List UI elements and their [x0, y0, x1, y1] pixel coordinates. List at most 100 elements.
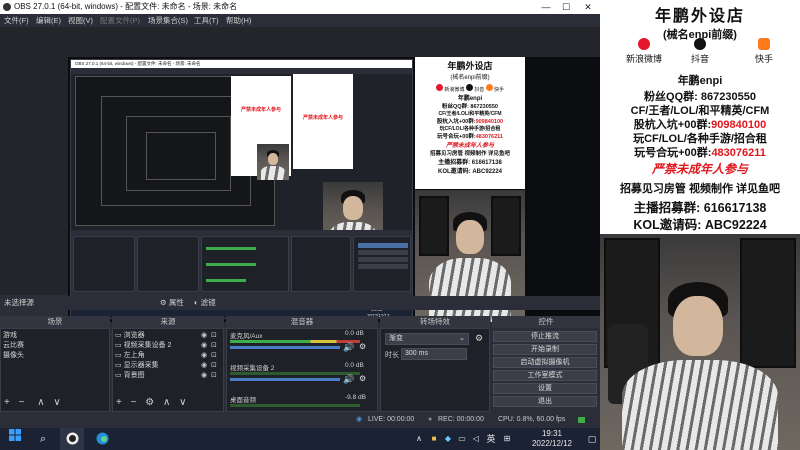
- mini-camera: [257, 144, 289, 180]
- scene-item[interactable]: 云比赛: [3, 341, 107, 351]
- status-bar: ◉ LIVE: 00:00:00 ● REC: 00:00:00 CPU: 0.…: [0, 412, 600, 428]
- input-language[interactable]: 英: [484, 428, 498, 450]
- studio-mode-button[interactable]: 工作室模式: [493, 370, 597, 381]
- start-recording-button[interactable]: 开始录制: [493, 344, 597, 355]
- ime-icon[interactable]: ⊞: [500, 428, 514, 450]
- clock-time: 19:31: [541, 429, 563, 438]
- eye-icon[interactable]: ◉: [201, 341, 207, 349]
- start-virtual-camera-button[interactable]: 启动虚拟摄像机: [493, 357, 597, 368]
- move-down-icon[interactable]: ∨: [53, 397, 60, 408]
- duration-input[interactable]: 300 ms: [401, 348, 467, 360]
- volume-icon[interactable]: ◁: [470, 428, 482, 450]
- add-icon[interactable]: +: [4, 397, 10, 408]
- menu-view[interactable]: 视图(V): [68, 14, 93, 27]
- exit-button[interactable]: 退出: [493, 396, 597, 407]
- chevron-up-icon[interactable]: ∧: [412, 428, 426, 450]
- filters-button[interactable]: ◐ 滤镜: [194, 296, 216, 310]
- menu-profile[interactable]: 配置文件(P): [100, 14, 140, 27]
- captured-title: OBS 27.0.1 (64-bit, windows) - 配置文件: 未命名…: [71, 60, 412, 68]
- menu-help[interactable]: 帮助(H): [226, 14, 251, 27]
- menu-scene-collection[interactable]: 场景集合(S): [148, 14, 188, 27]
- obs-window: OBS 27.0.1 (64-bit, windows) - 配置文件: 未命名…: [0, 0, 600, 428]
- transitions-dock-title: 转场特效: [380, 316, 490, 328]
- menu-file[interactable]: 文件(F): [4, 14, 29, 27]
- volume-slider[interactable]: [230, 346, 340, 349]
- transition-select[interactable]: 渐变 ⌄: [385, 333, 469, 345]
- lock-icon[interactable]: ⊡: [211, 371, 217, 379]
- menu-edit[interactable]: 编辑(E): [36, 14, 61, 27]
- mixer-channel-name: 麦克风/Aux: [230, 333, 263, 340]
- kol-code: KOL邀请码: ABC92224: [633, 218, 767, 232]
- weibo-label: 新浪微博: [625, 54, 662, 64]
- screen: OBS 27.0.1 (64-bit, windows) - 配置文件: 未命名…: [0, 0, 800, 450]
- mixer-channel-db: 0.0 dB: [345, 362, 364, 369]
- tray-app-icon[interactable]: ■: [428, 428, 440, 450]
- windows-icon: [9, 429, 21, 441]
- tray-app-icon[interactable]: ◆: [442, 428, 454, 450]
- remove-icon[interactable]: −: [19, 397, 25, 408]
- move-down-icon[interactable]: ∨: [179, 397, 186, 408]
- gear-icon: ⚙: [160, 298, 167, 307]
- stop-streaming-button[interactable]: 停止推流: [493, 331, 597, 342]
- eye-icon[interactable]: ◉: [201, 351, 207, 359]
- live-time: LIVE: 00:00:00: [368, 416, 415, 423]
- minor-warning: 严禁未成年人参与: [651, 162, 748, 176]
- kuaishou-icon: [758, 38, 770, 50]
- gear-icon[interactable]: ⚙: [359, 342, 366, 351]
- preview-poster: 年鹏外设店 (械名enpi前缀) 新浪微博 抖音 快手 年鹏enpi 粉丝QQ群…: [415, 57, 525, 189]
- close-icon[interactable]: ✕: [578, 0, 598, 14]
- gear-icon[interactable]: ⚙: [359, 374, 366, 383]
- gear-icon[interactable]: ⚙: [475, 333, 483, 344]
- image-source-icon: ▭: [115, 352, 122, 359]
- speaker-icon[interactable]: 🔊: [343, 342, 354, 353]
- settings-button[interactable]: 设置: [493, 383, 597, 394]
- move-up-icon[interactable]: ∧: [163, 397, 170, 408]
- captured-menu: [71, 68, 412, 74]
- recruit-text: 招募见习房管 视频制作 详见鱼吧: [619, 183, 781, 195]
- mini-poster: 严禁未成年人参与: [293, 74, 353, 169]
- douyin-icon: [694, 38, 706, 50]
- move-up-icon[interactable]: ∧: [37, 397, 44, 408]
- info-poster: 年鹏外设店 (械名enpi前缀) 新浪微博 抖音 快手 年鹏enpi 粉丝QQ群…: [600, 0, 800, 234]
- scene-item[interactable]: 游戏: [3, 331, 107, 341]
- gear-icon[interactable]: ⚙: [145, 397, 154, 408]
- eye-icon[interactable]: ◉: [201, 371, 207, 379]
- eye-icon[interactable]: ◉: [201, 361, 207, 369]
- lock-icon[interactable]: ⊡: [211, 331, 217, 339]
- notification-icon[interactable]: ▢: [584, 428, 600, 450]
- scene-item[interactable]: 摄像头: [3, 351, 107, 361]
- douyin-label: 抖音: [690, 54, 709, 64]
- start-button[interactable]: [4, 428, 26, 450]
- volume-meter: [230, 404, 360, 407]
- lock-icon[interactable]: ⊡: [211, 361, 217, 369]
- maximize-icon[interactable]: ☐: [556, 0, 576, 14]
- network-icon[interactable]: ▭: [456, 428, 468, 450]
- obs-taskbar-icon[interactable]: [60, 428, 84, 450]
- remove-icon[interactable]: −: [131, 397, 137, 408]
- lock-icon[interactable]: ⊡: [211, 341, 217, 349]
- weibo-icon: [638, 38, 650, 50]
- chevron-down-icon: ⌄: [459, 335, 465, 342]
- preview-canvas[interactable]: OBS 27.0.1 (64-bit, windows) - 配置文件: 未命名…: [68, 57, 600, 322]
- system-clock[interactable]: 19:31 2022/12/12: [520, 429, 584, 449]
- weibo-icon: [436, 84, 443, 91]
- edge-taskbar-icon[interactable]: [90, 428, 114, 450]
- minimize-icon[interactable]: —: [536, 0, 556, 14]
- add-icon[interactable]: +: [116, 397, 122, 408]
- volume-slider[interactable]: [230, 378, 340, 381]
- lock-icon[interactable]: ⊡: [211, 351, 217, 359]
- preview-area[interactable]: OBS 27.0.1 (64-bit, windows) - 配置文件: 未命名…: [0, 27, 600, 322]
- search-icon[interactable]: ⌕: [32, 428, 54, 450]
- properties-button[interactable]: ⚙ 属性: [160, 296, 184, 310]
- eye-icon[interactable]: ◉: [201, 331, 207, 339]
- speaker-icon[interactable]: 🔊: [343, 374, 354, 385]
- mixer-channel-name: 桌面音频: [230, 397, 256, 404]
- live-icon: ◉: [356, 416, 363, 423]
- mixer-channel-db: -9.8 dB: [345, 394, 366, 401]
- streamer-name: 年鹏enpi: [677, 75, 723, 87]
- captured-screen: OBS 27.0.1 (64-bit, windows) - 配置文件: 未命名…: [70, 59, 413, 319]
- clock-date: 2022/12/12: [531, 439, 573, 448]
- volume-meter: [230, 340, 360, 343]
- menu-tools[interactable]: 工具(T): [194, 14, 219, 27]
- obs-logo-icon: [3, 3, 11, 11]
